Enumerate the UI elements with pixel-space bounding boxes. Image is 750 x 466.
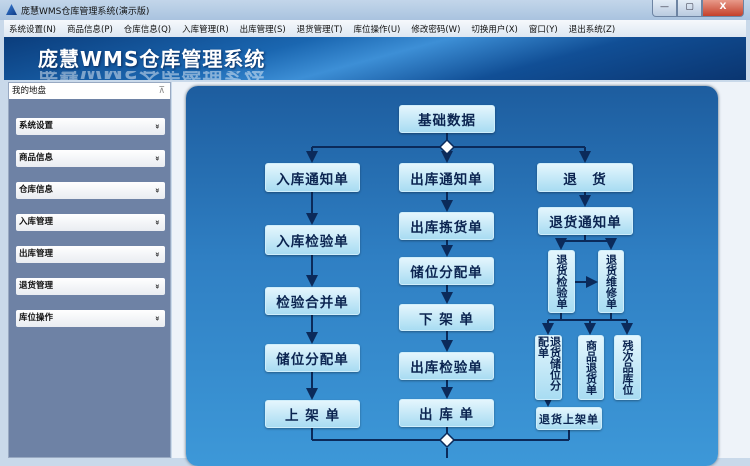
merge-diamond-top xyxy=(438,138,456,156)
flow-node-return-shelving[interactable]: 退货上架单 xyxy=(536,407,602,430)
flow-node-returns[interactable]: 退 货 xyxy=(537,163,633,192)
flow-node-return-inspection[interactable]: 退货检验单 xyxy=(548,250,575,313)
flow-node-unshelving[interactable]: 下 架 单 xyxy=(399,304,494,331)
flow-node-defect-location[interactable]: 残次品库位 xyxy=(614,335,641,400)
flow-node-outbound-allocation[interactable]: 储位分配单 xyxy=(399,257,494,285)
flow-node-outbound-notice[interactable]: 出库通知单 xyxy=(399,163,494,192)
flow-node-picking[interactable]: 出库拣货单 xyxy=(399,212,494,240)
flow-node-inspection-merge[interactable]: 检验合并单 xyxy=(265,287,360,315)
merge-diamond-bottom xyxy=(438,431,456,449)
flow-node-return-notice[interactable]: 退货通知单 xyxy=(538,207,633,235)
flow-node-inbound-notice[interactable]: 入库通知单 xyxy=(265,163,360,192)
flow-node-goods-return[interactable]: 商品退货单 xyxy=(578,335,604,400)
flow-node-inbound-inspection[interactable]: 入库检验单 xyxy=(265,225,360,255)
flow-node-outbound-inspection[interactable]: 出库检验单 xyxy=(399,352,494,380)
flow-node-outbound-order[interactable]: 出 库 单 xyxy=(399,399,494,427)
flow-node-return-repair[interactable]: 退货维修单 xyxy=(598,250,624,313)
flow-node-basic-data[interactable]: 基础数据 xyxy=(399,105,495,133)
flow-node-shelving[interactable]: 上 架 单 xyxy=(265,400,360,428)
flow-node-inbound-allocation[interactable]: 储位分配单 xyxy=(265,344,360,372)
flow-node-return-allocation[interactable]: 退货储位分配单 xyxy=(535,335,562,400)
